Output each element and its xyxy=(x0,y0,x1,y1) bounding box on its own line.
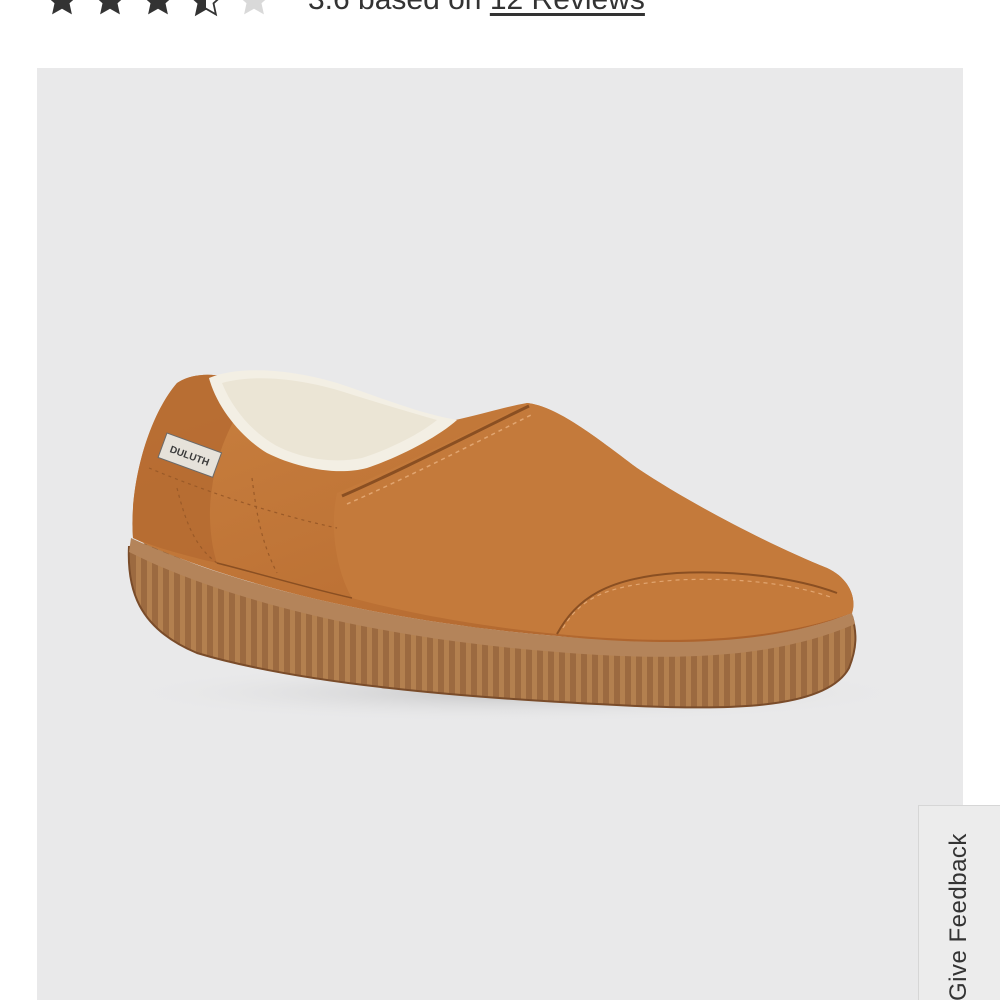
star-full-icon xyxy=(98,0,122,15)
star-half-icon xyxy=(193,0,219,17)
reviews-link[interactable]: 12 Reviews xyxy=(490,0,645,16)
product-page: 3.6 based on 12 Reviews xyxy=(0,0,1000,1000)
slipper-illustration: DULUTH xyxy=(117,370,917,723)
star-full-icon xyxy=(50,0,74,15)
feedback-tab[interactable]: Give Feedback xyxy=(918,805,1000,1000)
rating-summary-prefix: 3.6 based on xyxy=(308,0,481,16)
star-rating[interactable] xyxy=(44,0,272,18)
star-full-icon xyxy=(146,0,170,15)
star-empty-icon xyxy=(242,0,266,15)
feedback-label: Give Feedback xyxy=(945,833,972,1000)
rating-summary: 3.6 based on 12 Reviews xyxy=(308,0,645,20)
product-image[interactable]: DULUTH xyxy=(37,68,963,1000)
rating-row: 3.6 based on 12 Reviews xyxy=(44,0,645,20)
